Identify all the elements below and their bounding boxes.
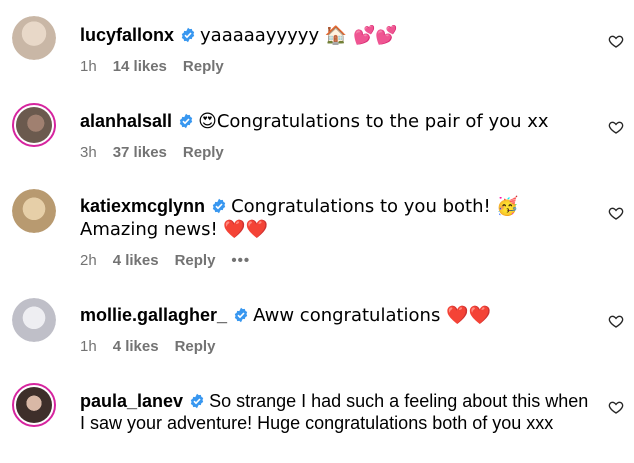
- comment-text: 😍Congratulations to the pair of you xx: [198, 111, 549, 132]
- more-options-icon[interactable]: •••: [231, 252, 250, 269]
- username[interactable]: lucyfallonx: [80, 25, 174, 45]
- comment-time: 2h: [80, 252, 97, 269]
- comment-text: Aww congratulations ❤️❤️: [253, 305, 491, 326]
- avatar[interactable]: [12, 16, 56, 60]
- comment-text-line: lucyfallonx yaaaaayyyyy 🏠 💕💕: [80, 24, 594, 47]
- likes-count[interactable]: 14 likes: [113, 58, 167, 75]
- avatar[interactable]: [12, 383, 56, 427]
- username[interactable]: katiexmcglynn: [80, 196, 205, 216]
- likes-count[interactable]: 4 likes: [113, 338, 159, 355]
- reply-button[interactable]: Reply: [183, 144, 224, 161]
- comment-text-line: katiexmcglynn Congratulations to you both…: [80, 195, 594, 241]
- reply-button[interactable]: Reply: [175, 252, 216, 269]
- comment-meta: 2h 4 likes Reply •••: [80, 252, 266, 269]
- reply-button[interactable]: Reply: [183, 58, 224, 75]
- comment-text: yaaaaayyyyy 🏠 💕💕: [200, 25, 398, 46]
- heart-outline-icon[interactable]: [608, 399, 624, 415]
- heart-outline-icon[interactable]: [608, 33, 624, 49]
- verified-badge-icon: [234, 307, 248, 323]
- avatar[interactable]: [12, 298, 56, 342]
- likes-count[interactable]: 4 likes: [113, 252, 159, 269]
- avatar[interactable]: [12, 103, 56, 147]
- verified-badge-icon: [181, 27, 195, 43]
- avatar[interactable]: [12, 189, 56, 233]
- comment-time: 1h: [80, 58, 97, 75]
- username[interactable]: alanhalsall: [80, 111, 172, 131]
- verified-badge-icon: [212, 198, 226, 214]
- heart-outline-icon[interactable]: [608, 313, 624, 329]
- comment-text-line: paula_lanev So strange I had such a feeli…: [80, 390, 594, 434]
- heart-outline-icon[interactable]: [608, 119, 624, 135]
- verified-badge-icon: [179, 113, 193, 129]
- comment-text-line: mollie.gallagher_ Aww congratulations ❤️❤…: [80, 304, 594, 327]
- heart-outline-icon[interactable]: [608, 205, 624, 221]
- verified-badge-icon: [190, 393, 204, 409]
- reply-button[interactable]: Reply: [175, 338, 216, 355]
- likes-count[interactable]: 37 likes: [113, 144, 167, 161]
- comment-meta: 3h 37 likes Reply: [80, 144, 240, 161]
- comment-meta: 1h 14 likes Reply: [80, 58, 240, 75]
- comment-time: 3h: [80, 144, 97, 161]
- comment-meta: 1h 4 likes Reply: [80, 338, 231, 355]
- username[interactable]: paula_lanev: [80, 391, 183, 411]
- comment-text-line: alanhalsall 😍Congratulations to the pair …: [80, 110, 594, 133]
- comment-time: 1h: [80, 338, 97, 355]
- username[interactable]: mollie.gallagher_: [80, 305, 227, 325]
